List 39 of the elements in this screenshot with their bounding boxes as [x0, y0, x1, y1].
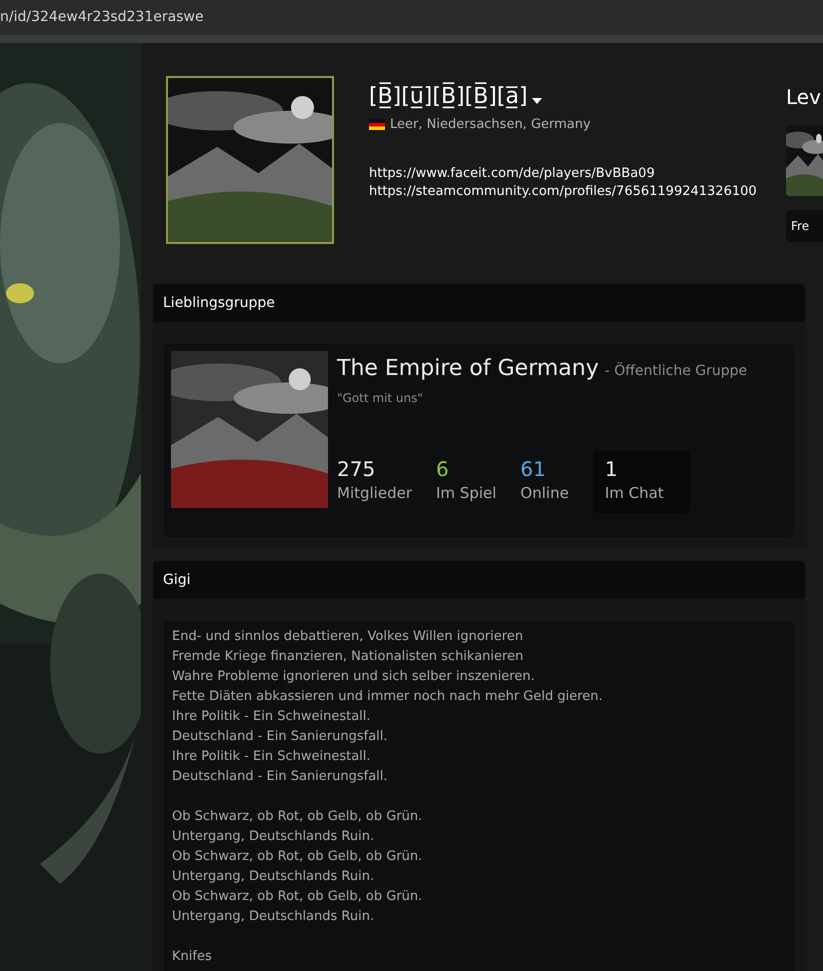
text-line: Ob Schwarz, ob Rot, ob Gelb, ob Grün. — [172, 848, 424, 866]
profile-link[interactable]: https://steamcommunity.com/profiles/76561199241326100 — [369, 182, 777, 200]
text-line: Deutschland - Ein Sanierungsfall. — [172, 768, 389, 786]
text-line: End- und sinnlos debattieren, Volkes Willen ignorieren — [172, 628, 524, 646]
panel-heading: Lieblingsgruppe — [163, 294, 275, 312]
flag-icon — [369, 119, 385, 130]
text-line: Ihre Politik - Ein Schweinestall. — [172, 708, 372, 726]
address-bar-url[interactable]: n/id/324ew4r23sd231eraswe — [0, 7, 204, 28]
stat-value: 1 — [604, 456, 619, 482]
profile-name: [B̲̅][u̲̅][B̲̅][B̲̅][a̲̅] — [369, 81, 528, 111]
stat-label: Im Chat — [604, 483, 665, 504]
stat-value: 61 — [520, 456, 547, 482]
panel-heading: Gigi — [163, 570, 191, 590]
text-line: Untergang, Deutschlands Ruin. — [172, 908, 376, 926]
text-line: Fremde Kriege finanzieren, Nationalisten schikanieren — [172, 648, 524, 666]
group-name[interactable]: The Empire of Germany — [337, 352, 599, 385]
text-line: Ob Schwarz, ob Rot, ob Gelb, ob Grün. — [172, 808, 424, 826]
level-heading: Lev — [786, 84, 822, 111]
group-card[interactable]: The Empire of Germany - Öffentliche Gruppe "Gott mit uns" 275 Mitglieder 6 Im Spiel 61 Online 1 Im Chat — [164, 344, 794, 537]
text-line: Untergang, Deutschlands Ruin. — [172, 828, 376, 846]
friend-button[interactable]: Fre — [786, 210, 823, 242]
group-type: - Öffentliche Gruppe — [604, 361, 748, 381]
text-line: Wahre Probleme ignorieren und sich selber inszenieren. — [172, 668, 536, 686]
chat-stat[interactable]: 1 Im Chat — [592, 451, 690, 513]
stat-value: 275 — [337, 456, 376, 482]
text-line: Ihre Politik - Ein Schweinestall. — [172, 748, 372, 766]
text-line: Untergang, Deutschlands Ruin. — [172, 868, 376, 886]
caret-icon[interactable] — [532, 98, 542, 104]
stat-value: 6 — [436, 456, 450, 482]
text-line: Ob Schwarz, ob Rot, ob Gelb, ob Grün. — [172, 888, 424, 906]
text-line: Deutschland - Ein Sanierungsfall. — [172, 728, 389, 746]
stat-label: Mitglieder — [337, 483, 413, 504]
text-line: Knifes — [172, 948, 213, 966]
profile-link[interactable]: https://www.faceit.com/de/players/BvBBa09 — [369, 164, 777, 182]
group-motto: "Gott mit uns" — [337, 390, 424, 407]
profile-location: Leer, Niedersachsen, Germany — [390, 116, 591, 134]
stat-label: Im Spiel — [436, 483, 498, 504]
stat-label: Online — [520, 483, 570, 504]
text-line: Fette Diäten abkassieren und immer noch nach mehr Geld gieren. — [172, 688, 604, 706]
